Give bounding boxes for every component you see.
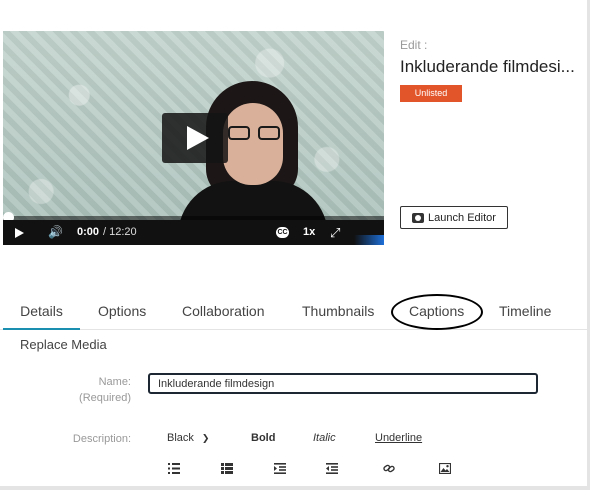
camera-icon <box>412 212 425 223</box>
current-time: 0:00 <box>77 226 100 238</box>
replace-media-link[interactable]: Replace Media <box>20 337 107 352</box>
bullet-list-icon[interactable] <box>221 463 233 474</box>
video-person-face <box>223 103 283 185</box>
volume-icon[interactable]: 🔊 <box>48 220 63 245</box>
tab-options[interactable]: Options <box>98 302 146 320</box>
text-color-value: Black <box>167 432 194 444</box>
outdent-icon[interactable] <box>326 463 338 474</box>
link-icon[interactable] <box>383 463 395 474</box>
image-icon[interactable] <box>439 463 451 474</box>
fullscreen-icon[interactable]: ⤢ <box>330 220 340 245</box>
player-controls: 🔊 0:00 / 12:20 CC 1x ⤢ <box>3 220 384 245</box>
tab-timeline[interactable]: Timeline <box>499 302 551 320</box>
underline-button[interactable]: Underline <box>375 432 422 444</box>
player-accent <box>354 235 384 245</box>
video-player[interactable]: 🔊 0:00 / 12:20 CC 1x ⤢ <box>3 31 384 245</box>
captions-highlight-circle <box>391 294 483 330</box>
name-input[interactable] <box>148 373 538 394</box>
closed-captions-icon[interactable]: CC <box>276 227 289 238</box>
play-icon[interactable] <box>15 228 24 238</box>
description-label: Description: <box>72 433 131 445</box>
playback-speed-button[interactable]: 1x <box>303 220 315 245</box>
italic-button[interactable]: Italic <box>313 432 336 444</box>
video-person-glasses <box>228 126 280 140</box>
big-play-button[interactable] <box>162 113 228 163</box>
launch-editor-button[interactable]: Launch Editor <box>400 206 508 229</box>
name-required-label: (Required) <box>79 392 131 404</box>
launch-editor-label: Launch Editor <box>428 211 496 224</box>
indent-icon[interactable] <box>274 463 286 474</box>
bold-button[interactable]: Bold <box>251 432 275 444</box>
tab-thumbnails[interactable]: Thumbnails <box>302 302 374 320</box>
chevron-down-icon: ❯ <box>201 433 210 443</box>
tab-collaboration[interactable]: Collaboration <box>182 302 265 320</box>
name-label: Name: <box>98 376 131 388</box>
text-color-select[interactable]: Black ❯ <box>167 432 209 444</box>
tab-bar: Details Options Collaboration Thumbnails… <box>0 302 587 330</box>
page-border-bottom <box>0 486 590 490</box>
edit-label: Edit : <box>400 38 428 52</box>
media-title: Inkluderande filmdesi... <box>400 57 575 76</box>
tab-details[interactable]: Details <box>3 302 80 330</box>
status-badge: Unlisted <box>400 85 462 102</box>
ordered-list-icon[interactable] <box>168 463 180 474</box>
total-time: / 12:20 <box>103 226 137 238</box>
